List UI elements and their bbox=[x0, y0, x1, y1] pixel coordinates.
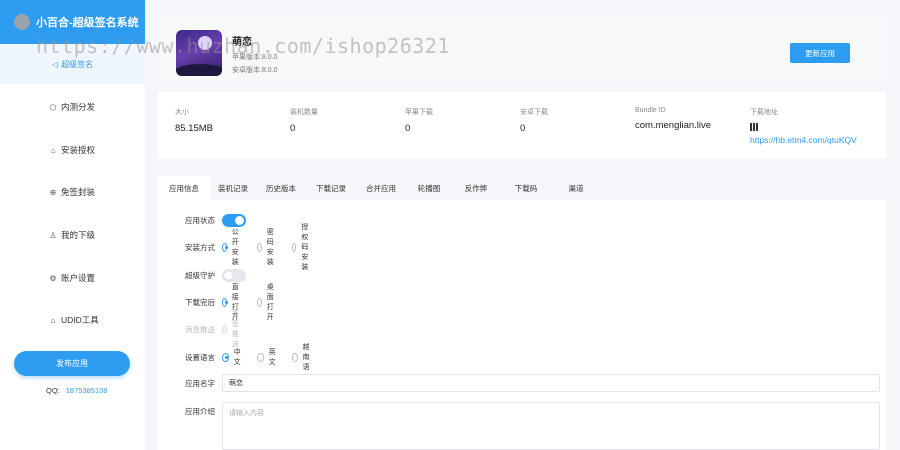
super-guard-label: 超级守护 bbox=[185, 270, 215, 280]
lang-vietnamese-radio[interactable]: 越南语 bbox=[292, 342, 313, 372]
install-authcode-radio[interactable]: 授权码安装 bbox=[292, 222, 313, 272]
install-method-label: 安装方式 bbox=[185, 242, 215, 252]
download-url-link[interactable]: https://hb.etm4.com/qtuKQV bbox=[750, 135, 857, 145]
language-label: 设置语言 bbox=[185, 352, 215, 362]
app-intro-label: 应用介绍 bbox=[185, 406, 215, 416]
stat-label: 大小 bbox=[175, 109, 189, 116]
stat-installs: 装机数量 0 bbox=[290, 107, 318, 134]
stat-value: 0 bbox=[290, 123, 296, 134]
tab-carousel[interactable]: 轮播图 bbox=[406, 176, 452, 200]
stat-value: 0 bbox=[405, 123, 411, 134]
tab-install-records[interactable]: 装机记录 bbox=[210, 176, 256, 200]
app-name: 萌恋 bbox=[232, 37, 252, 48]
tab-download-records[interactable]: 下载记录 bbox=[306, 176, 356, 200]
install-public-radio[interactable]: 公开安装 bbox=[222, 227, 243, 267]
lang-english-radio[interactable]: 英文 bbox=[257, 347, 278, 367]
publish-app-button[interactable]: 发布应用 bbox=[14, 351, 130, 376]
qq-contact: QQ: 1875385108 bbox=[46, 386, 107, 395]
brand-title: 小百合-超级签名系统 bbox=[36, 17, 139, 29]
stat-label: 安卓下载 bbox=[520, 109, 548, 116]
sidebar-item-label: 内测分发 bbox=[61, 102, 96, 112]
sidebar-item-label: 安装授权 bbox=[61, 145, 96, 155]
stat-label: Bundle ID bbox=[635, 107, 666, 114]
sidebar-item-label: 超级签名 bbox=[61, 59, 94, 69]
sidebar-item-super-sign[interactable]: ◁ 超级签名 bbox=[0, 44, 145, 84]
install-password-radio[interactable]: 密码安装 bbox=[257, 227, 278, 267]
qq-number[interactable]: 1875385108 bbox=[66, 386, 108, 395]
tab-anti-cheat[interactable]: 反作弊 bbox=[452, 176, 500, 200]
app-name-input[interactable]: 萌恋 bbox=[222, 374, 880, 392]
sidebar: 小百合-超级签名系统 ◁ 超级签名 ⬡ 内测分发 ⌂ 安装授权 ⊕ 免签封装 ♙… bbox=[0, 0, 145, 450]
sidebar-item-sign-free-package[interactable]: ⊕ 免签封装 bbox=[0, 182, 145, 202]
sidebar-item-label: 我的下级 bbox=[61, 230, 96, 240]
box-icon: ⬡ bbox=[49, 102, 57, 112]
tag-icon: ⌂ bbox=[50, 145, 56, 155]
app-intro-textarea[interactable]: 请输入内容 bbox=[222, 402, 880, 450]
sidebar-item-beta-distribution[interactable]: ⬡ 内测分发 bbox=[0, 97, 145, 117]
send-icon: ◁ bbox=[52, 59, 59, 69]
user-icon: ♙ bbox=[49, 230, 57, 240]
stat-label: 装机数量 bbox=[290, 109, 318, 116]
android-version: 安卓版本:8.0.0 bbox=[232, 67, 278, 74]
tab-channel[interactable]: 渠道 bbox=[552, 176, 600, 200]
stat-label: 下载地址 bbox=[750, 109, 778, 116]
stat-value: 85.15MB bbox=[175, 123, 214, 134]
super-guard-toggle[interactable] bbox=[222, 268, 246, 282]
app-detail-panel: 应用信息 装机记录 历史版本 下载记录 合并应用 轮播图 反作弊 下载码 渠道 … bbox=[158, 176, 886, 450]
stat-download-url: 下载地址 https://hb.etm4.com/qtuKQV bbox=[750, 107, 857, 145]
gear-icon: ⚙ bbox=[49, 273, 57, 283]
app-stats-card: 大小 85.15MB 装机数量 0 苹果下载 0 安卓下载 0 Bundle I… bbox=[158, 92, 886, 158]
brand-header: 小百合-超级签名系统 bbox=[0, 0, 145, 44]
tab-download-code[interactable]: 下载码 bbox=[500, 176, 552, 200]
status-label: 应用状态 bbox=[185, 215, 215, 225]
stat-value: 0 bbox=[520, 123, 526, 134]
open-desktop-radio[interactable]: 桌面打开 bbox=[257, 282, 278, 322]
tab-app-info[interactable]: 应用信息 bbox=[158, 176, 210, 200]
sidebar-item-label: UDID工具 bbox=[61, 315, 99, 325]
sidebar-item-label: 账户设置 bbox=[61, 273, 96, 283]
sidebar-item-my-subordinates[interactable]: ♙ 我的下级 bbox=[0, 225, 145, 245]
app-name-label: 应用名字 bbox=[185, 378, 215, 388]
tab-merge-app[interactable]: 合并应用 bbox=[356, 176, 406, 200]
stat-size: 大小 85.15MB bbox=[175, 107, 213, 134]
logo-icon bbox=[14, 14, 30, 30]
qr-code-icon[interactable] bbox=[750, 123, 758, 131]
tab-bar: 应用信息 装机记录 历史版本 下载记录 合并应用 轮播图 反作弊 下载码 渠道 bbox=[158, 176, 886, 200]
sidebar-item-install-auth[interactable]: ⌂ 安装授权 bbox=[0, 140, 145, 160]
lang-chinese-radio[interactable]: 中文 bbox=[222, 347, 243, 367]
tag-icon: ⌂ bbox=[50, 315, 56, 325]
stat-apple-downloads: 苹果下载 0 bbox=[405, 107, 433, 134]
push-label: 消息推送 bbox=[185, 324, 215, 334]
apple-version: 苹果版本:8.0.0 bbox=[232, 54, 278, 61]
sidebar-item-label: 免签封装 bbox=[61, 187, 96, 197]
app-icon bbox=[176, 30, 222, 76]
stat-bundle-id: Bundle ID com.menglian.live bbox=[635, 107, 711, 131]
globe-icon: ⊕ bbox=[49, 187, 57, 197]
stat-value: com.menglian.live bbox=[635, 120, 712, 131]
after-download-label: 下载完后 bbox=[185, 297, 215, 307]
sidebar-item-account-settings[interactable]: ⚙ 账户设置 bbox=[0, 268, 145, 288]
stat-android-downloads: 安卓下载 0 bbox=[520, 107, 548, 134]
sidebar-item-udid-tool[interactable]: ⌂ UDID工具 bbox=[0, 310, 145, 330]
update-app-button[interactable]: 更新应用 bbox=[790, 43, 850, 63]
qq-label: QQ: bbox=[46, 386, 60, 395]
app-header-card: 萌恋 苹果版本:8.0.0 安卓版本:8.0.0 更新应用 bbox=[158, 14, 886, 80]
tab-history-versions[interactable]: 历史版本 bbox=[256, 176, 306, 200]
stat-label: 苹果下载 bbox=[405, 109, 433, 116]
